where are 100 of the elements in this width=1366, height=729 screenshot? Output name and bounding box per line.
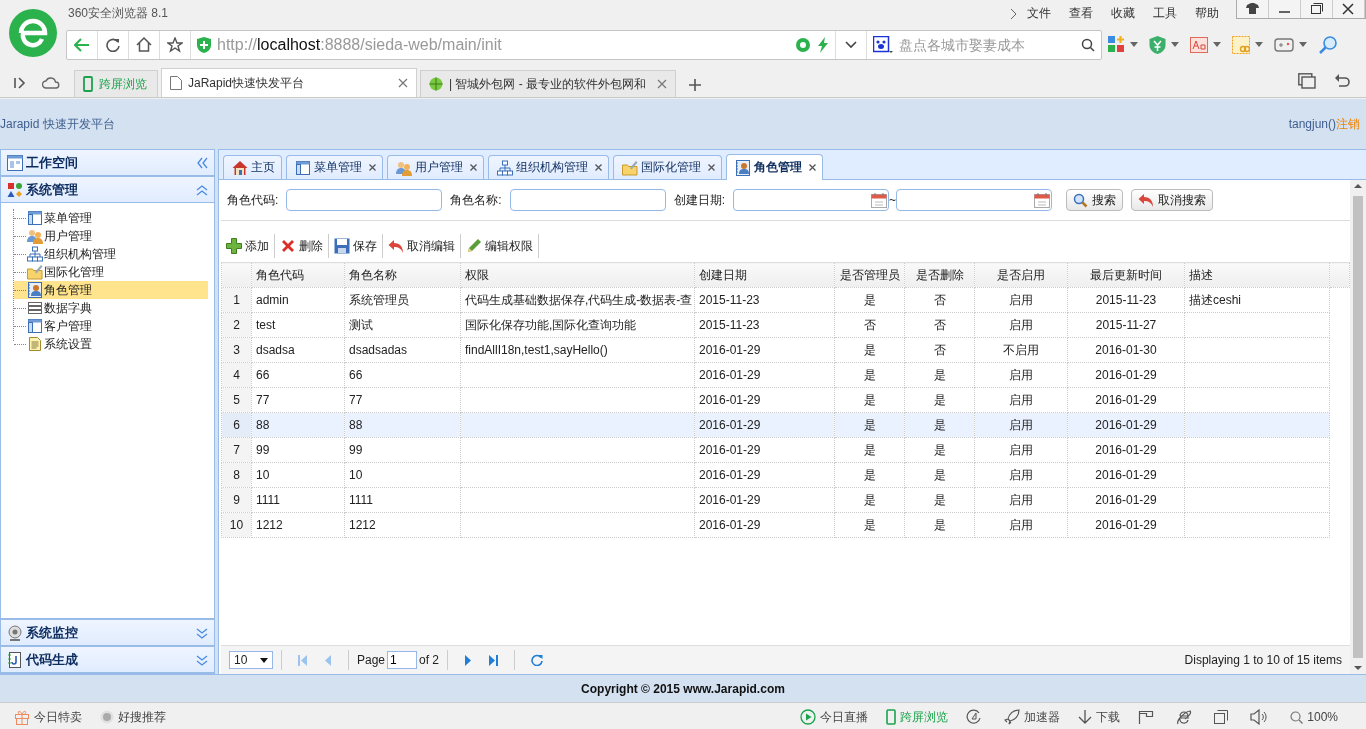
tab[interactable]: 角色管理: [726, 154, 823, 180]
aperture-icon[interactable]: [795, 36, 811, 53]
tree-item[interactable]: 系统设置: [14, 335, 208, 353]
column-header[interactable]: 角色名称: [344, 262, 461, 288]
magnifier-icon[interactable]: [1318, 34, 1338, 55]
column-header[interactable]: 创建日期: [694, 262, 835, 288]
tree-item[interactable]: 菜单管理: [14, 209, 208, 227]
caret-icon[interactable]: [1213, 42, 1221, 47]
browser-tab[interactable]: | 智城外包网 - 最专业的软件外包网和: [420, 70, 676, 97]
tab[interactable]: 组织机构管理: [488, 155, 609, 179]
browser-tab[interactable]: JaRapid快速快发平台: [161, 68, 417, 97]
tree-item[interactable]: 角色管理: [14, 281, 208, 299]
status-item[interactable]: 加速器: [1004, 708, 1061, 726]
menu-item[interactable]: 帮助: [1186, 5, 1228, 22]
tree-item[interactable]: 组织机构管理: [14, 245, 208, 263]
toolbar-button[interactable]: 保存: [329, 234, 383, 258]
column-header[interactable]: 是否删除: [904, 262, 975, 288]
caret-icon[interactable]: [1171, 42, 1179, 47]
gamepad-icon[interactable]: [1274, 36, 1294, 53]
apps-grid-icon[interactable]: [1108, 36, 1125, 53]
toolbar-button[interactable]: 删除: [275, 234, 329, 258]
caret-icon[interactable]: [1299, 42, 1307, 47]
caret-icon[interactable]: [1130, 42, 1138, 47]
refresh-icon[interactable]: [106, 37, 120, 52]
column-header[interactable]: 角色代码: [251, 262, 345, 288]
new-tab-icon[interactable]: [689, 79, 701, 91]
date-field[interactable]: [733, 189, 890, 211]
panel-header[interactable]: 系统管理: [1, 176, 214, 203]
circle-arrow-icon[interactable]: [966, 709, 983, 725]
chevron-down-icon[interactable]: [845, 40, 857, 49]
status-item[interactable]: 好搜推荐: [100, 708, 166, 726]
column-header[interactable]: 是否启用: [974, 262, 1068, 288]
menu-item[interactable]: 文件: [1018, 5, 1060, 22]
panel-header[interactable]: 工作空间: [1, 150, 214, 176]
calendar-icon[interactable]: [871, 192, 888, 208]
tab[interactable]: 菜单管理: [286, 155, 383, 179]
expand-down-icon[interactable]: [196, 626, 208, 639]
refresh-icon[interactable]: [531, 654, 544, 666]
close-icon[interactable]: [470, 164, 477, 171]
tab[interactable]: 用户管理: [387, 155, 484, 179]
row-number: 4: [221, 362, 252, 388]
close-icon[interactable]: [595, 164, 602, 171]
back-icon[interactable]: [74, 37, 90, 52]
paw-icon[interactable]: [873, 35, 893, 54]
window-icon[interactable]: [1214, 710, 1229, 724]
lightning-icon[interactable]: [817, 36, 829, 53]
font-icon[interactable]: [1190, 36, 1208, 53]
cloud-icon[interactable]: [42, 77, 60, 89]
status-item[interactable]: 下载: [1078, 708, 1121, 726]
menu-item[interactable]: 查看: [1060, 5, 1102, 22]
search-icon[interactable]: [1081, 37, 1095, 52]
close-icon[interactable]: [708, 164, 715, 171]
expand-down-icon[interactable]: [196, 653, 208, 666]
flag-icon[interactable]: [1138, 710, 1155, 724]
star-icon[interactable]: [167, 36, 183, 53]
windows-icon[interactable]: [1298, 73, 1316, 89]
input-field[interactable]: [286, 189, 443, 211]
next-page-icon[interactable]: [464, 654, 473, 666]
collapse-up-icon[interactable]: [196, 183, 208, 196]
status-item[interactable]: 今日直播: [800, 708, 869, 726]
last-page-icon[interactable]: [488, 654, 499, 666]
page-size-select[interactable]: 10: [229, 651, 273, 669]
date-field[interactable]: [896, 189, 1053, 211]
toolbar-button[interactable]: 取消编辑: [383, 234, 461, 258]
sidebar-toggle-icon[interactable]: [14, 77, 28, 89]
search-button[interactable]: 搜索: [1066, 189, 1124, 211]
status-item[interactable]: 今日特卖: [14, 708, 82, 726]
tree-item[interactable]: 国际化管理: [14, 263, 208, 281]
address-bar[interactable]: http://localhost:8888/sieda-web/main/init 盘点各城市娶妻成本: [66, 29, 1102, 60]
range-separator: ~: [889, 193, 897, 207]
page-input[interactable]: 1: [387, 651, 418, 669]
menu-item[interactable]: 工具: [1144, 5, 1186, 22]
speaker-icon[interactable]: [1250, 709, 1269, 725]
panel-header[interactable]: 系统监控: [1, 619, 214, 646]
tab[interactable]: 主页: [223, 155, 282, 179]
column-header[interactable]: 描述: [1184, 262, 1330, 288]
toolbar-button[interactable]: 添加: [221, 234, 275, 258]
shield-yen-icon[interactable]: [1149, 35, 1166, 54]
tree-item[interactable]: 数据字典: [14, 299, 208, 317]
calendar-icon[interactable]: [1034, 192, 1051, 208]
caret-icon[interactable]: [1255, 42, 1263, 47]
home-icon[interactable]: [136, 37, 152, 52]
column-header[interactable]: 是否管理员: [834, 262, 905, 288]
close-icon[interactable]: [809, 164, 816, 171]
tree-item[interactable]: 客户管理: [14, 317, 208, 335]
close-icon[interactable]: [369, 164, 376, 171]
collapse-left-icon[interactable]: [196, 156, 208, 169]
search-field[interactable]: 盘点各城市娶妻成本: [897, 35, 1077, 54]
column-header[interactable]: 最后更新时间: [1067, 262, 1185, 288]
tree-item[interactable]: 用户管理: [14, 227, 208, 245]
tab[interactable]: 国际化管理: [613, 155, 722, 179]
column-header[interactable]: 权限: [460, 262, 695, 288]
cancel-search-button[interactable]: 取消搜索: [1131, 189, 1214, 211]
toolbar-button[interactable]: 编辑权限: [461, 234, 539, 258]
input-field[interactable]: [509, 189, 666, 211]
zoom-level[interactable]: 100%: [1290, 710, 1338, 724]
chevron-right-icon[interactable]: [1010, 7, 1018, 20]
undo-icon[interactable]: [1334, 73, 1350, 89]
menu-item[interactable]: 收藏: [1102, 5, 1144, 22]
panel-header[interactable]: 代码生成: [1, 646, 214, 673]
